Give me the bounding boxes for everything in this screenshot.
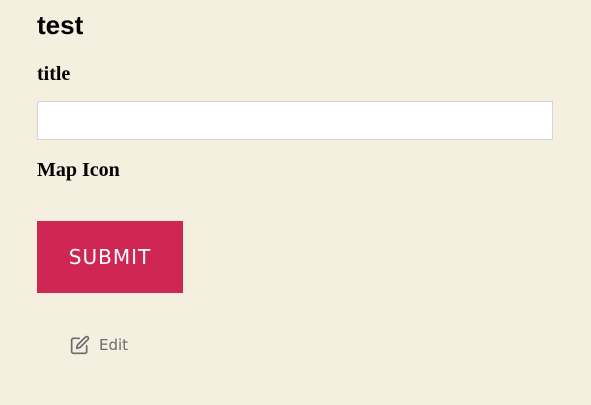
edit-label: Edit xyxy=(99,336,129,354)
edit-link[interactable]: Edit xyxy=(70,334,128,356)
title-label: title xyxy=(37,63,71,85)
submit-button[interactable]: SUBMIT xyxy=(37,221,183,293)
page-title: test xyxy=(37,10,84,40)
title-input[interactable] xyxy=(37,101,553,140)
edit-icon xyxy=(70,335,90,355)
map-icon-label: Map Icon xyxy=(37,159,120,181)
